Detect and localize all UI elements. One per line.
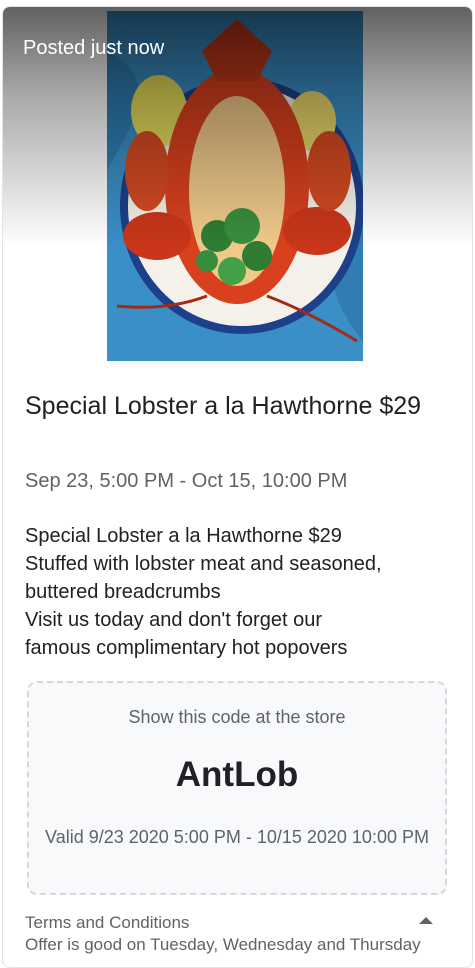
offer-date-range: Sep 23, 5:00 PM - Oct 15, 10:00 PM	[25, 470, 348, 492]
terms-text: Offer is good on Tuesday, Wednesday and …	[25, 935, 421, 954]
description-line: Stuffed with lobster meat and seasoned,	[25, 553, 382, 575]
description-line: famous complimentary hot popovers	[25, 637, 348, 659]
coupon-box: Show this code at the store AntLob Valid…	[27, 681, 447, 895]
terms-heading: Terms and Conditions	[25, 913, 190, 932]
post-title: Special Lobster a la Hawthorne $29	[25, 392, 422, 420]
posted-time: Posted just now	[23, 37, 165, 59]
description-line: Visit us today and don't forget our	[25, 609, 322, 631]
post-hero: Posted just now	[3, 7, 472, 367]
coupon-hint: Show this code at the store	[128, 707, 346, 727]
description-line: buttered breadcrumbs	[25, 581, 221, 603]
coupon-validity: Valid 9/23 2020 5:00 PM - 10/15 2020 10:…	[45, 827, 429, 847]
caret-up-icon[interactable]	[417, 913, 435, 927]
offer-card: Posted just now Special Lobster a la Haw…	[2, 6, 473, 968]
coupon-code: AntLob	[175, 755, 299, 794]
post-description: Special Lobster a la Hawthorne $29 Stuff…	[25, 522, 465, 662]
description-line: Special Lobster a la Hawthorne $29	[25, 525, 342, 547]
